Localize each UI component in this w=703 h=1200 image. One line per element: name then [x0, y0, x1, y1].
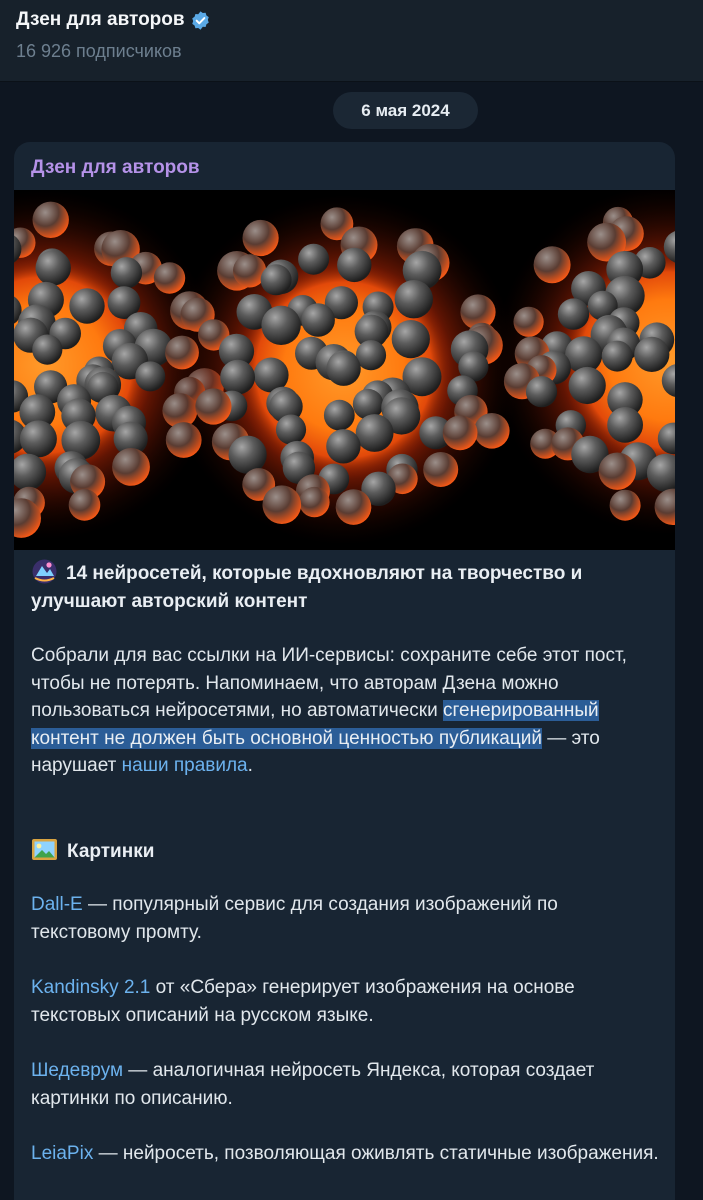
cluster-sphere [298, 243, 330, 275]
list-item-shedevrum: Шедеврум — аналогичная нейросеть Яндекса… [31, 1057, 661, 1112]
post-intro: Собрали для вас ссылки на ИИ-сервисы: со… [31, 642, 661, 780]
cluster-sphere [557, 298, 590, 330]
cluster-sphere [394, 280, 433, 319]
cluster-sphere [242, 219, 279, 257]
list-item-dalle: Dall-E — популярный сервис для создания … [31, 891, 661, 946]
cluster-sphere [607, 407, 643, 443]
sparkle-sticker-icon [31, 558, 58, 585]
dalle-link[interactable]: Dall-E [31, 894, 83, 915]
cluster-sphere [323, 399, 355, 431]
list-item-leiapix: LeiaPix — нейросеть, позволяющая оживлят… [31, 1140, 661, 1168]
cluster-sphere [598, 452, 636, 490]
leiapix-desc: — нейросеть, позволяющая оживлять статич… [93, 1143, 659, 1164]
subscriber-count: 16 926 подписчиков [16, 41, 182, 61]
chat-title-row: Дзен для авторов [16, 9, 211, 31]
cluster-sphere [391, 320, 430, 359]
cluster-sphere [195, 388, 232, 425]
post-image[interactable] [14, 190, 675, 550]
cluster-sphere [260, 264, 292, 296]
kandinsky-link[interactable]: Kandinsky 2.1 [31, 977, 150, 998]
cluster-sphere [262, 485, 302, 524]
cluster-sphere [423, 452, 459, 487]
cluster-sphere [112, 448, 150, 486]
cluster-sphere [135, 361, 166, 392]
cluster-sphere [220, 359, 256, 395]
cluster-sphere [35, 250, 71, 286]
cluster-sphere [69, 288, 105, 324]
cluster-sphere [326, 351, 361, 386]
cluster-sphere [337, 247, 372, 283]
cluster-sphere [335, 489, 372, 525]
nanoparticle-illustration [14, 190, 675, 550]
cluster-sphere [513, 306, 544, 337]
list-item-kandinsky: Kandinsky 2.1 от «Сбера» генерирует изоб… [31, 974, 661, 1029]
channel-title[interactable]: Дзен для авторов [16, 9, 185, 31]
cluster-sphere [275, 414, 307, 445]
leiapix-link[interactable]: LeiaPix [31, 1143, 93, 1164]
cluster-sphere [32, 334, 63, 365]
cluster-sphere [634, 336, 670, 372]
post-heading: 14 нейросетей, которые вдохновляют на тв… [31, 558, 661, 615]
cluster-sphere [261, 305, 301, 345]
post-heading-text: 14 нейросетей, которые вдохновляют на тв… [31, 563, 583, 612]
chat-header[interactable]: Дзен для авторов 16 926 подписчиков [0, 0, 703, 82]
shedevrum-link[interactable]: Шедеврум [31, 1060, 123, 1081]
cluster-sphere [442, 415, 478, 451]
cluster-sphere [68, 489, 101, 521]
message-list[interactable]: 6 мая 2024 Дзен для авторов 14 нейросете… [0, 82, 703, 1200]
cluster-sphere [165, 335, 199, 370]
framed-picture-icon [31, 836, 58, 863]
verified-badge-icon [190, 10, 211, 31]
dalle-desc: — популярный сервис для создания изображ… [31, 894, 558, 943]
cluster-sphere [601, 340, 633, 372]
cluster-sphere [110, 257, 143, 289]
section-title: Картинки [67, 841, 155, 862]
cluster-sphere [299, 486, 330, 518]
channel-post[interactable]: Дзен для авторов 14 нейросетей, которые … [14, 142, 675, 1200]
post-author[interactable]: Дзен для авторов [31, 157, 200, 179]
cluster-sphere [32, 201, 69, 238]
rules-link[interactable]: наши правила [122, 755, 248, 776]
cluster-sphere [609, 489, 641, 521]
date-badge: 6 мая 2024 [333, 92, 478, 129]
cluster-sphere [326, 429, 361, 464]
cluster-sphere [568, 366, 606, 405]
cluster-sphere [525, 376, 558, 408]
cluster-sphere [19, 420, 57, 458]
section-pictures: Картинки [31, 836, 661, 866]
intro-end: . [247, 755, 253, 776]
cluster-sphere [153, 262, 186, 294]
cluster-sphere [355, 414, 394, 452]
cluster-sphere [533, 246, 571, 284]
cluster-sphere [228, 435, 267, 474]
cluster-sphere [301, 303, 335, 337]
